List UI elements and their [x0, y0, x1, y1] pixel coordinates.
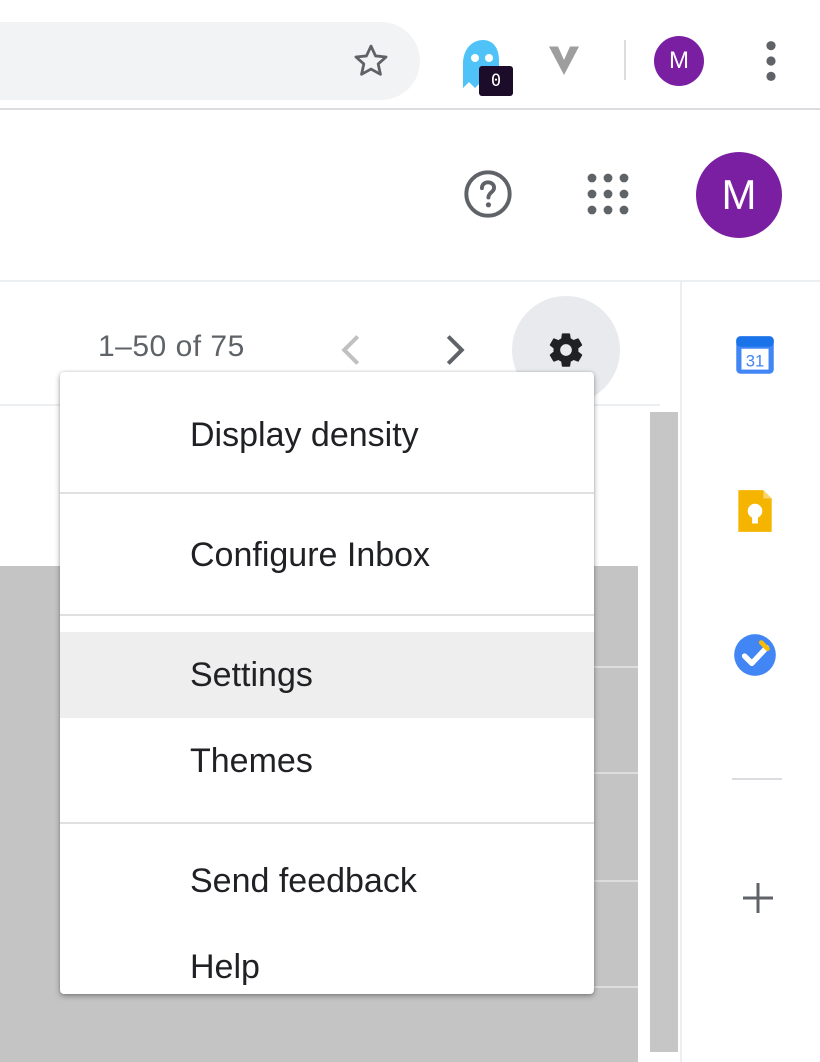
tasks-check-icon[interactable] [730, 630, 780, 680]
chevron-right-icon[interactable] [440, 332, 470, 368]
menu-item-display-density[interactable]: Display density [60, 392, 594, 478]
gmail-page: 0 M M 1–50 of 75 31 Display density Conf… [0, 0, 820, 1062]
row-divider [590, 666, 638, 668]
side-panel-divider [732, 778, 782, 780]
calendar-day-number: 31 [746, 351, 765, 370]
toolbar-separator [624, 40, 626, 80]
gear-icon [549, 333, 583, 367]
menu-item-configure-inbox[interactable]: Configure Inbox [60, 512, 594, 598]
row-divider [590, 772, 638, 774]
plus-icon[interactable] [738, 878, 778, 918]
account-avatar[interactable]: M [696, 152, 782, 238]
menu-item-label: Configure Inbox [190, 535, 431, 574]
row-divider [590, 986, 638, 988]
menu-item-settings[interactable]: Settings [60, 632, 594, 718]
pagination-text: 1–50 of 75 [98, 330, 245, 363]
row-divider [590, 880, 638, 882]
calendar-icon[interactable]: 31 [730, 330, 780, 380]
menu-item-label: Send feedback [190, 861, 417, 900]
menu-item-themes[interactable]: Themes [60, 718, 594, 804]
keep-bulb-icon[interactable] [730, 486, 780, 536]
star-icon[interactable] [350, 40, 392, 82]
menu-item-help[interactable]: Help [60, 924, 594, 1010]
menu-item-label: Settings [190, 655, 313, 694]
apps-grid-icon[interactable] [584, 170, 632, 218]
menu-separator [60, 822, 594, 824]
chevron-left-icon[interactable] [336, 332, 366, 368]
v-extension-icon[interactable] [546, 42, 582, 78]
scrollbar[interactable] [650, 412, 678, 1052]
browser-profile-avatar[interactable]: M [654, 36, 704, 86]
extension-badge-count: 0 [479, 66, 513, 96]
menu-separator [60, 614, 594, 616]
kebab-menu-icon[interactable] [760, 38, 782, 84]
message-row-dividers [590, 566, 638, 1026]
menu-item-label: Help [190, 947, 260, 986]
settings-dropdown-menu: Display density Configure Inbox Settings… [60, 372, 594, 994]
help-icon[interactable] [462, 168, 514, 220]
menu-separator [60, 492, 594, 494]
menu-item-label: Themes [190, 741, 313, 780]
menu-item-send-feedback[interactable]: Send feedback [60, 838, 594, 924]
menu-item-label: Display density [190, 415, 419, 454]
